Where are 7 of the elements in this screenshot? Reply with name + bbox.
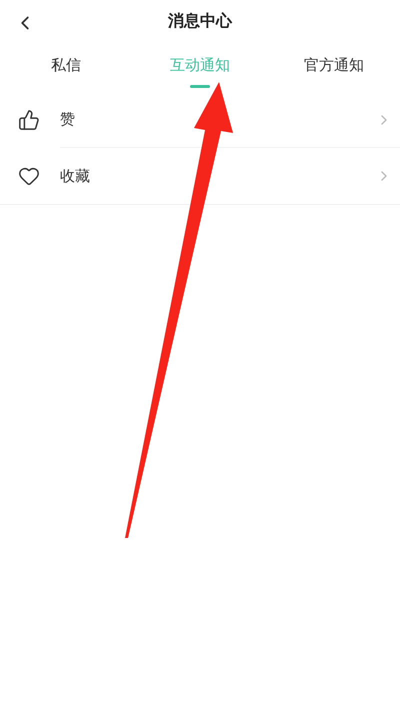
active-tab-indicator [190,84,210,88]
page-title: 消息中心 [168,10,232,32]
list-item[interactable]: 收藏 [60,148,400,204]
tab[interactable]: 私信 [16,42,116,92]
tab[interactable]: 官方通知 [284,42,384,92]
heart-icon [18,165,40,187]
thumbs-up-icon [18,109,40,131]
